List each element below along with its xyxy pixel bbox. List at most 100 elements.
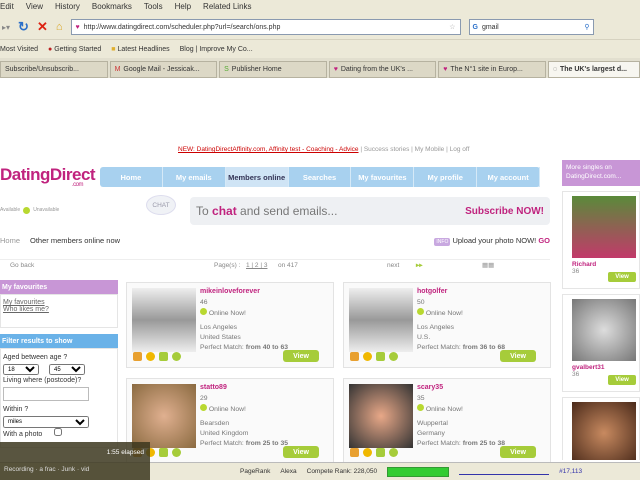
tab-subscribe[interactable]: Subscribe/Unsubscrib... [0,61,108,78]
menu-history[interactable]: History [55,2,80,15]
member-photo[interactable] [349,288,413,352]
tab-google-mail[interactable]: M Google Mail - Jessicak... [109,61,218,78]
tab-n1-site[interactable]: ♥ The N°1 site in Europ... [438,61,546,78]
email-icon[interactable] [159,352,168,361]
wink-icon[interactable] [363,352,372,361]
view-button[interactable]: View [283,446,319,458]
chat-icon[interactable] [172,352,181,361]
view-button[interactable]: View [608,375,636,385]
nav-my-profile[interactable]: My profile [414,167,478,187]
view-button[interactable]: View [608,272,636,282]
bookmark-latest-headlines[interactable]: ■ Latest Headlines [111,46,169,53]
age-to-select[interactable]: 45 [49,364,85,375]
go-back-link[interactable]: Go back [10,262,34,269]
view-button[interactable]: View [500,446,536,458]
log-off-link[interactable]: Log off [450,146,470,153]
member-name[interactable]: mikeinloveforever [200,288,260,295]
top-links: NEW: DatingDirectAffinity.com, Affinity … [178,146,470,153]
forward-icon[interactable]: ▸▾ [2,23,10,32]
stop-icon[interactable]: ✕ [37,19,48,35]
menu-bookmarks[interactable]: Bookmarks [92,2,132,15]
menu-help[interactable]: Help [175,2,191,15]
pagination-bar: Go back Page(s) : 1 | 2 | 3 on 417 next … [0,259,550,271]
within-select[interactable]: miles [3,415,89,428]
right-sidebar: More singles on DatingDirect.com... Rich… [562,160,640,460]
view-button[interactable]: View [283,350,319,362]
home-icon[interactable]: ⌂ [56,21,63,33]
single-name[interactable]: Richard [566,261,636,268]
chat-text: To chat and send emails... [196,204,338,218]
age-from-select[interactable]: 18 [3,364,39,375]
google-icon: G [472,23,478,31]
logo[interactable]: DatingDirect .com [0,165,96,188]
menu-edit[interactable]: Edit [0,2,14,15]
search-box[interactable]: Ggmail ⚲ [468,19,594,35]
bookmark-getting-started[interactable]: ● Getting Started [48,46,101,53]
menu-view[interactable]: View [26,2,43,15]
menu-related-links[interactable]: Related Links [203,2,251,15]
nav-my-favourites[interactable]: My favourites [351,167,415,187]
wink-icon[interactable] [146,352,155,361]
search-input[interactable]: gmail [482,24,499,31]
next-arrow-icon[interactable]: ▸▸ [416,261,423,269]
tab-bar: Subscribe/Unsubscrib... M Google Mail - J… [0,58,640,78]
success-stories-link[interactable]: Success stories [364,146,410,153]
my-favourites-link[interactable]: My favourites [1,299,117,306]
single-photo[interactable] [572,299,636,361]
chat-icon[interactable] [389,448,398,457]
navigation-toolbar: ▸▾ ↻ ✕ ⌂ ♥ http://www.datingdirect.com/sc… [0,15,640,39]
nav-members-online[interactable]: Members online [225,167,289,187]
email-icon[interactable] [376,352,385,361]
menu-tools[interactable]: Tools [144,2,163,15]
left-sidebar: My favourites My favourites Who likes me… [0,280,118,448]
breadcrumb: Home Other members online now INFO Upload… [0,236,550,246]
breadcrumb-home[interactable]: Home [0,236,20,245]
email-icon[interactable] [376,448,385,457]
tab-dating-uk[interactable]: ♥ Dating from the UK's ... [328,61,437,78]
tab-uk-largest[interactable]: ◌ The UK's largest d... [547,61,640,78]
nav-searches[interactable]: Searches [289,167,352,187]
member-name[interactable]: hotgolfer [417,288,447,295]
recorder-tray[interactable]: Recording · a frac · Junk · vid [0,456,150,473]
wink-icon[interactable] [363,448,372,457]
upload-go-link[interactable]: GO [538,236,550,245]
chat-icon[interactable] [389,352,398,361]
who-likes-me-link[interactable]: Who likes me? [1,306,117,313]
bookmark-blog[interactable]: Blog | Improve My Co... [180,46,253,53]
photo-checkbox[interactable] [54,427,63,436]
bookmark-most-visited[interactable]: Most Visited [0,46,38,53]
nav-home[interactable]: Home [100,167,163,187]
my-mobile-link[interactable]: My Mobile [415,146,445,153]
subscribe-link[interactable]: Subscribe NOW! [465,206,544,217]
site-favicon: ♥ [443,66,448,73]
availability-toggle[interactable]: Available Unavailable [0,204,74,216]
favourite-icon[interactable] [133,352,142,361]
favourite-icon[interactable] [350,352,359,361]
tab-publisher-home[interactable]: S Publisher Home [219,61,327,78]
member-photo[interactable] [132,384,196,448]
member-name[interactable]: scary35 [417,384,443,391]
single-photo[interactable] [572,402,636,460]
email-icon[interactable] [159,448,168,457]
postcode-input[interactable] [3,387,89,401]
search-icon[interactable]: ⚲ [584,23,589,31]
member-photo[interactable] [132,288,196,352]
chat-banner[interactable]: To chat and send emails... Subscribe NOW… [190,197,550,225]
page-links[interactable]: 1 | 2 | 3 [246,262,267,269]
favourite-icon[interactable] [350,448,359,457]
member-photo[interactable] [349,384,413,448]
nav-my-emails[interactable]: My emails [163,167,226,187]
member-age: 29 [200,395,208,402]
star-icon[interactable]: ☆ [449,23,455,31]
promo-link[interactable]: NEW: DatingDirectAffinity.com, Affinity … [178,146,359,153]
member-name[interactable]: statto89 [200,384,227,391]
next-link[interactable]: next [387,262,399,269]
single-name[interactable]: gvalbert31 [566,364,636,371]
nav-my-account[interactable]: My account [477,167,541,187]
view-mode-icon[interactable]: ▦▦ [482,261,494,269]
view-button[interactable]: View [500,350,536,362]
url-bar[interactable]: ♥ http://www.datingdirect.com/scheduler.p… [70,19,461,35]
reload-icon[interactable]: ↻ [18,19,29,35]
chat-icon[interactable] [172,448,181,457]
single-photo[interactable] [572,196,636,258]
